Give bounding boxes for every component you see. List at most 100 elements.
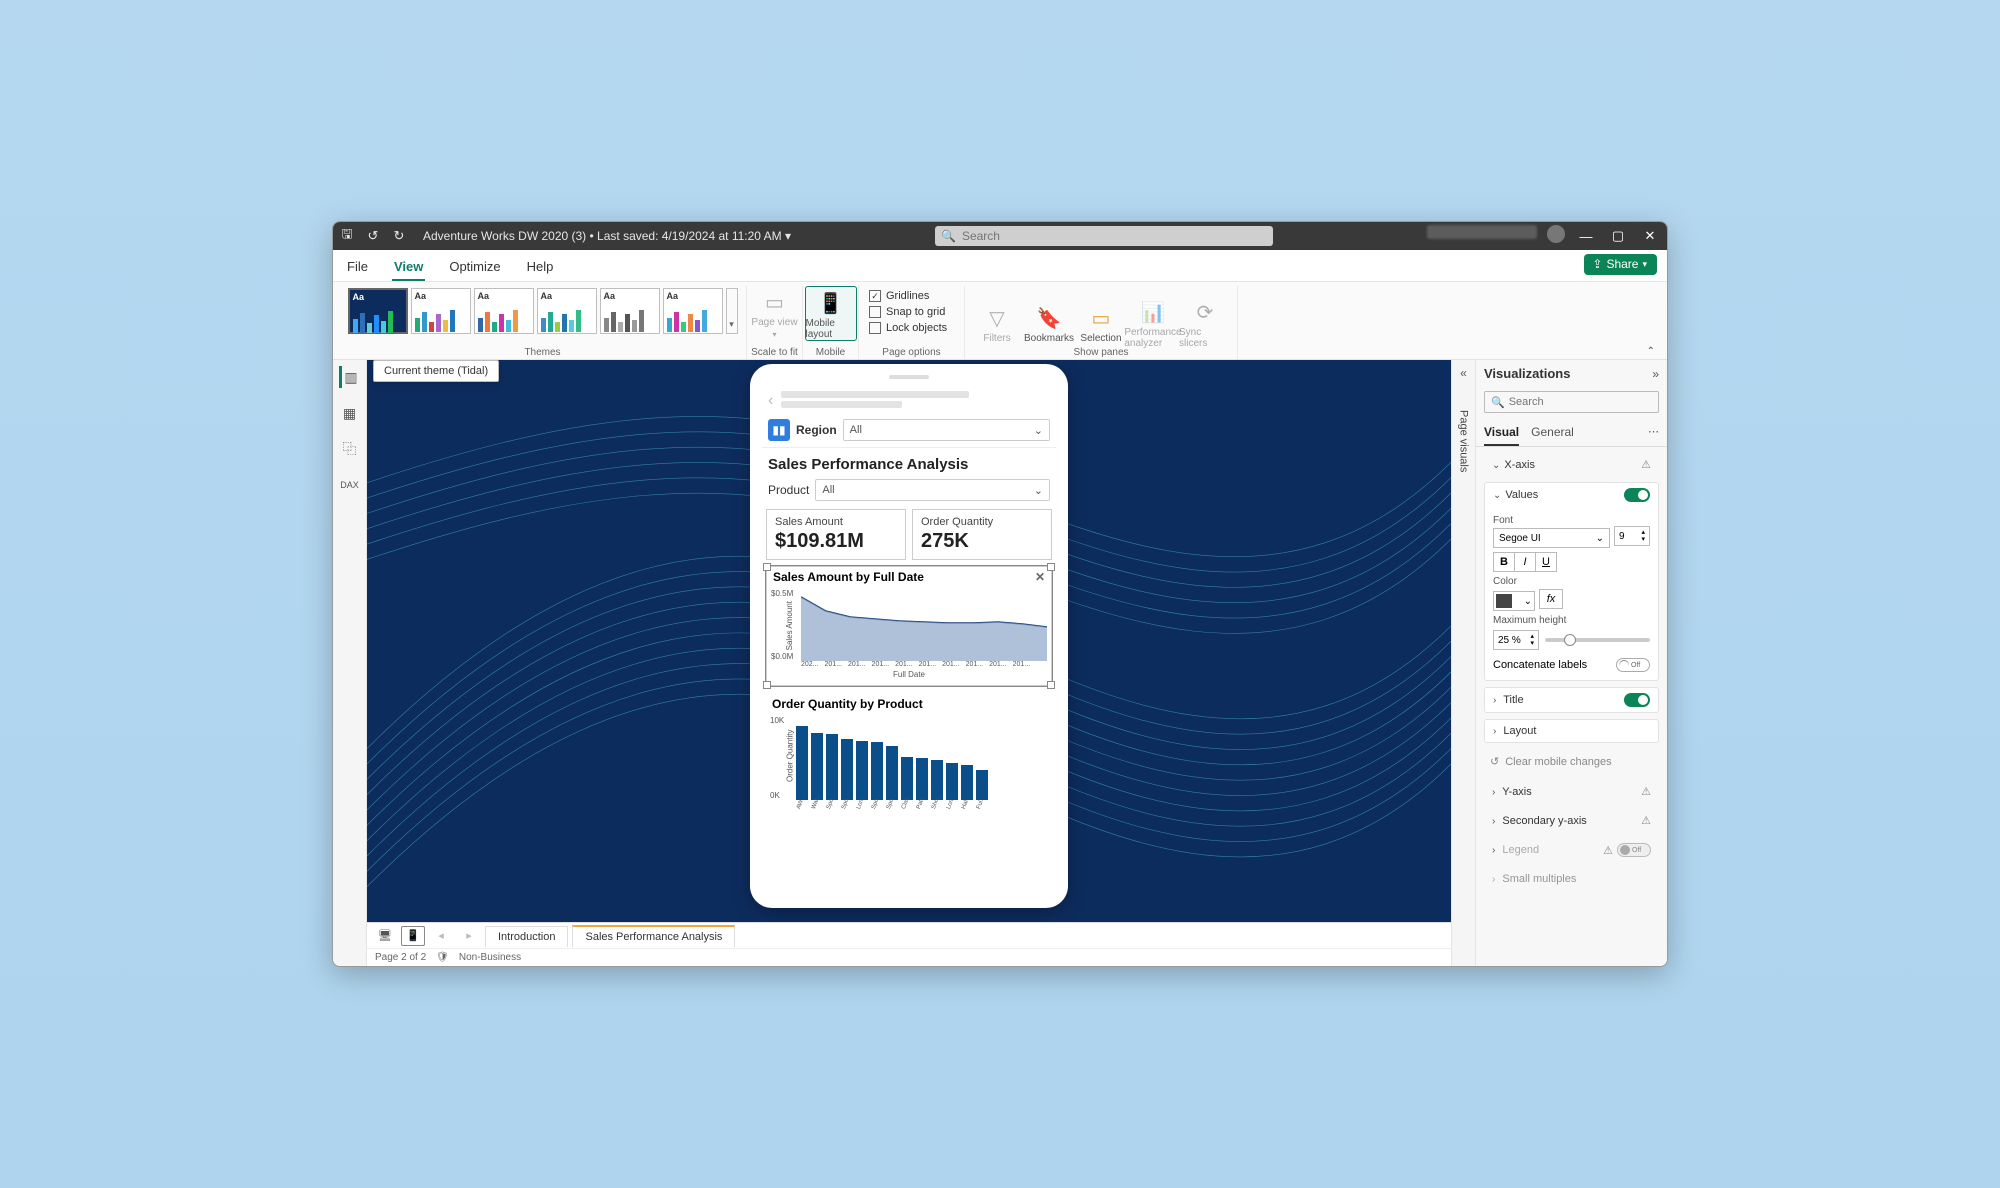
theme-thumb-4[interactable]: Aa (537, 288, 597, 334)
layout-section-header[interactable]: › Layout (1485, 720, 1658, 742)
kpi-label: Sales Amount (775, 516, 897, 528)
page-view-button[interactable]: ▭ Page view▾ (749, 286, 801, 339)
maximize-button[interactable]: ▢ (1607, 225, 1629, 247)
mobile-layout-icon[interactable]: 📱 (401, 926, 425, 946)
x-axis-label: Full Date (771, 670, 1047, 679)
left-toolstrip: ▥ ▦ ⿻ DAX (333, 360, 367, 966)
redo-icon[interactable]: ↻ (391, 228, 407, 244)
bar[interactable] (826, 734, 838, 800)
remove-visual-icon[interactable]: ✕ (1035, 570, 1045, 584)
color-picker[interactable]: ⌄ (1493, 591, 1535, 611)
pageopt-group-label: Page options (859, 347, 964, 358)
tab-visual[interactable]: Visual (1484, 421, 1519, 446)
next-page-icon[interactable]: ▸ (457, 926, 481, 946)
search-input[interactable] (962, 229, 1267, 243)
global-search[interactable]: 🔍 (935, 226, 1273, 246)
chart-type-icon[interactable]: ▮▮ (768, 419, 790, 441)
bar[interactable] (886, 746, 898, 800)
legend-section-header[interactable]: › Legend ⚠Off (1484, 838, 1659, 862)
bar[interactable] (871, 742, 883, 800)
sync-slicers-button[interactable]: ⟳Sync slicers (1179, 296, 1231, 349)
maxheight-input[interactable]: 25 %▴▾ (1493, 630, 1539, 650)
concat-toggle[interactable]: Off (1616, 658, 1650, 672)
product-dropdown[interactable]: All⌄ (815, 479, 1050, 501)
kpi-card-orders[interactable]: Order Quantity 275K (912, 509, 1052, 560)
model-view-icon[interactable]: ⿻ (339, 438, 361, 460)
themes-dropdown[interactable]: ▾ (726, 288, 738, 334)
filters-pane-button[interactable]: ▽Filters (971, 302, 1023, 344)
page-tab-introduction[interactable]: Introduction (485, 926, 568, 947)
page-tab-sales[interactable]: Sales Performance Analysis (572, 925, 735, 947)
phone-back-icon[interactable]: ‹ (768, 392, 773, 410)
bar[interactable] (856, 741, 868, 800)
avatar[interactable] (1547, 225, 1565, 243)
perf-analyzer-button[interactable]: 📊Performance analyzer (1127, 296, 1179, 349)
secondary-yaxis-section-header[interactable]: › Secondary y-axis ⚠ (1484, 809, 1659, 832)
small-multiples-section-header[interactable]: › Small multiples (1484, 868, 1659, 890)
theme-thumb-5[interactable]: Aa (600, 288, 660, 334)
undo-icon[interactable]: ↺ (365, 228, 381, 244)
page-visuals-label: Page visuals (1458, 410, 1470, 472)
minimize-button[interactable]: — (1575, 225, 1597, 247)
tab-general[interactable]: General (1531, 421, 1574, 446)
clear-mobile-changes[interactable]: ↺Clear mobile changes (1482, 749, 1661, 774)
theme-thumb-3[interactable]: Aa (474, 288, 534, 334)
save-icon[interactable]: 🖫 (339, 228, 355, 244)
desktop-layout-icon[interactable]: 🖥 (373, 926, 397, 946)
collapse-chevron-icon[interactable]: « (1460, 366, 1467, 380)
menu-view[interactable]: View (392, 253, 425, 281)
dax-view-icon[interactable]: DAX (339, 474, 361, 496)
close-button[interactable]: ✕ (1639, 225, 1661, 247)
bar[interactable] (796, 726, 808, 800)
y-axis-label: Order Quantity (786, 730, 795, 782)
more-options-icon[interactable]: ⋯ (1648, 421, 1659, 446)
bold-button[interactable]: B (1493, 552, 1515, 572)
yaxis-section-header[interactable]: › Y-axis ⚠ (1484, 780, 1659, 803)
xaxis-section-header[interactable]: ⌄X-axis ⚠ (1484, 453, 1659, 476)
legend-toggle[interactable]: Off (1617, 843, 1651, 857)
selection-pane-button[interactable]: ▭Selection (1075, 302, 1127, 344)
values-toggle[interactable] (1624, 488, 1650, 502)
italic-button[interactable]: I (1514, 552, 1536, 572)
bar[interactable] (811, 733, 823, 800)
viz-search-input[interactable] (1509, 396, 1652, 408)
report-canvas[interactable]: Current theme (Tidal) (367, 360, 1451, 922)
maxheight-slider[interactable] (1545, 638, 1650, 642)
title-toggle[interactable] (1624, 693, 1650, 707)
kpi-card-sales[interactable]: Sales Amount $109.81M (766, 509, 906, 560)
region-dropdown[interactable]: All⌄ (843, 419, 1050, 441)
menu-optimize[interactable]: Optimize (447, 253, 502, 281)
user-name-blurred (1427, 225, 1537, 239)
font-size-input[interactable]: 9▴▾ (1614, 526, 1650, 546)
mobile-layout-button[interactable]: 📱 Mobile layout (805, 286, 857, 341)
theme-thumb-6[interactable]: Aa (663, 288, 723, 334)
prev-page-icon[interactable]: ◂ (429, 926, 453, 946)
mobile-preview-phone: ‹ ▮▮ Region All⌄ Sales Performance Analy… (750, 364, 1068, 908)
search-icon: 🔍 (941, 229, 956, 243)
page-visuals-collapsed-pane[interactable]: « Page visuals (1451, 360, 1475, 966)
title-section-header[interactable]: › Title (1485, 688, 1658, 712)
ribbon-collapse-icon[interactable]: ⌃ (1647, 346, 1655, 357)
snap-checkbox[interactable]: Snap to grid (869, 306, 945, 318)
bookmarks-pane-button[interactable]: 🔖Bookmarks (1023, 302, 1075, 344)
menu-help[interactable]: Help (525, 253, 556, 281)
menu-file[interactable]: File (345, 253, 370, 281)
share-button[interactable]: ⇪ Share ▾ (1584, 254, 1657, 275)
themes-group-label: Themes (339, 347, 746, 358)
fx-button[interactable]: fx (1539, 589, 1563, 609)
gridlines-checkbox[interactable]: Gridlines (869, 290, 929, 302)
area-chart-visual[interactable]: Sales Amount by Full Date✕ Sales Amount … (766, 566, 1052, 686)
showpanes-group-label: Show panes (965, 347, 1237, 358)
viz-search[interactable]: 🔍 (1484, 391, 1659, 413)
report-view-icon[interactable]: ▥ (339, 366, 361, 388)
bar-chart-visual[interactable]: Order Quantity by Product Order Quantity… (766, 694, 1052, 820)
underline-button[interactable]: U (1535, 552, 1557, 572)
table-view-icon[interactable]: ▦ (339, 402, 361, 424)
bar[interactable] (841, 739, 853, 800)
expand-pane-icon[interactable]: » (1652, 367, 1659, 381)
values-section-header[interactable]: ⌄Values (1485, 483, 1658, 507)
lock-checkbox[interactable]: Lock objects (869, 322, 947, 334)
theme-thumb-2[interactable]: Aa (411, 288, 471, 334)
theme-thumb-tidal[interactable]: Aa (348, 288, 408, 334)
font-family-dropdown[interactable]: Segoe UI⌄ (1493, 528, 1610, 548)
